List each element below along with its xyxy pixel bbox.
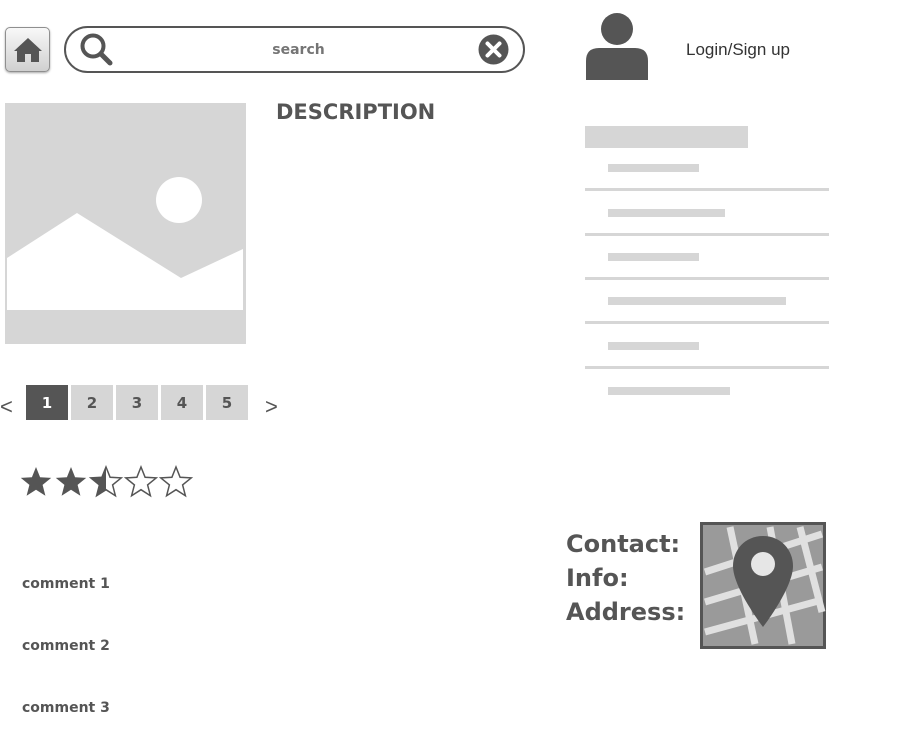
comment-item: comment 2: [22, 638, 110, 654]
list-item-placeholder[interactable]: [608, 209, 725, 217]
page-button-4[interactable]: 4: [161, 385, 203, 420]
list-divider: [585, 233, 829, 236]
home-button[interactable]: [5, 27, 50, 72]
list-item-placeholder[interactable]: [608, 253, 699, 261]
search-bar[interactable]: [64, 26, 525, 73]
star-rating[interactable]: [20, 465, 200, 499]
user-avatar-icon[interactable]: [586, 13, 648, 80]
list-item-placeholder[interactable]: [608, 297, 786, 305]
pagination-prev-button[interactable]: <: [0, 394, 13, 420]
contact-label: Contact:: [566, 530, 681, 558]
star-full-icon[interactable]: [20, 467, 52, 496]
pagination-next-button[interactable]: >: [265, 394, 278, 420]
address-label: Address:: [566, 598, 686, 626]
close-circle-icon[interactable]: [477, 33, 510, 66]
image-placeholder-icon: [5, 103, 246, 344]
login-signup-link[interactable]: Login/Sign up: [686, 40, 790, 60]
list-header-placeholder: [585, 126, 748, 148]
list-item-placeholder[interactable]: [608, 387, 730, 395]
page-button-3[interactable]: 3: [116, 385, 158, 420]
star-empty-icon[interactable]: [125, 466, 157, 497]
list-divider: [585, 366, 829, 369]
info-label: Info:: [566, 564, 629, 592]
page-button-2[interactable]: 2: [71, 385, 113, 420]
list-item-placeholder[interactable]: [608, 164, 699, 172]
list-divider: [585, 277, 829, 280]
star-half-icon[interactable]: [90, 466, 122, 497]
comment-item: comment 3: [22, 700, 110, 716]
list-divider: [585, 188, 829, 191]
list-item-placeholder[interactable]: [608, 342, 699, 350]
star-full-icon[interactable]: [55, 467, 87, 496]
product-image: [5, 103, 246, 344]
list-divider: [585, 321, 829, 324]
search-icon[interactable]: [78, 31, 114, 67]
page-button-1[interactable]: 1: [26, 385, 68, 420]
description-title: DESCRIPTION: [276, 100, 436, 124]
comment-item: comment 1: [22, 576, 110, 592]
star-empty-icon[interactable]: [160, 466, 192, 497]
home-icon: [13, 37, 42, 62]
map-pin-icon[interactable]: [700, 522, 826, 649]
search-input[interactable]: [121, 38, 476, 62]
page-button-5[interactable]: 5: [206, 385, 248, 420]
